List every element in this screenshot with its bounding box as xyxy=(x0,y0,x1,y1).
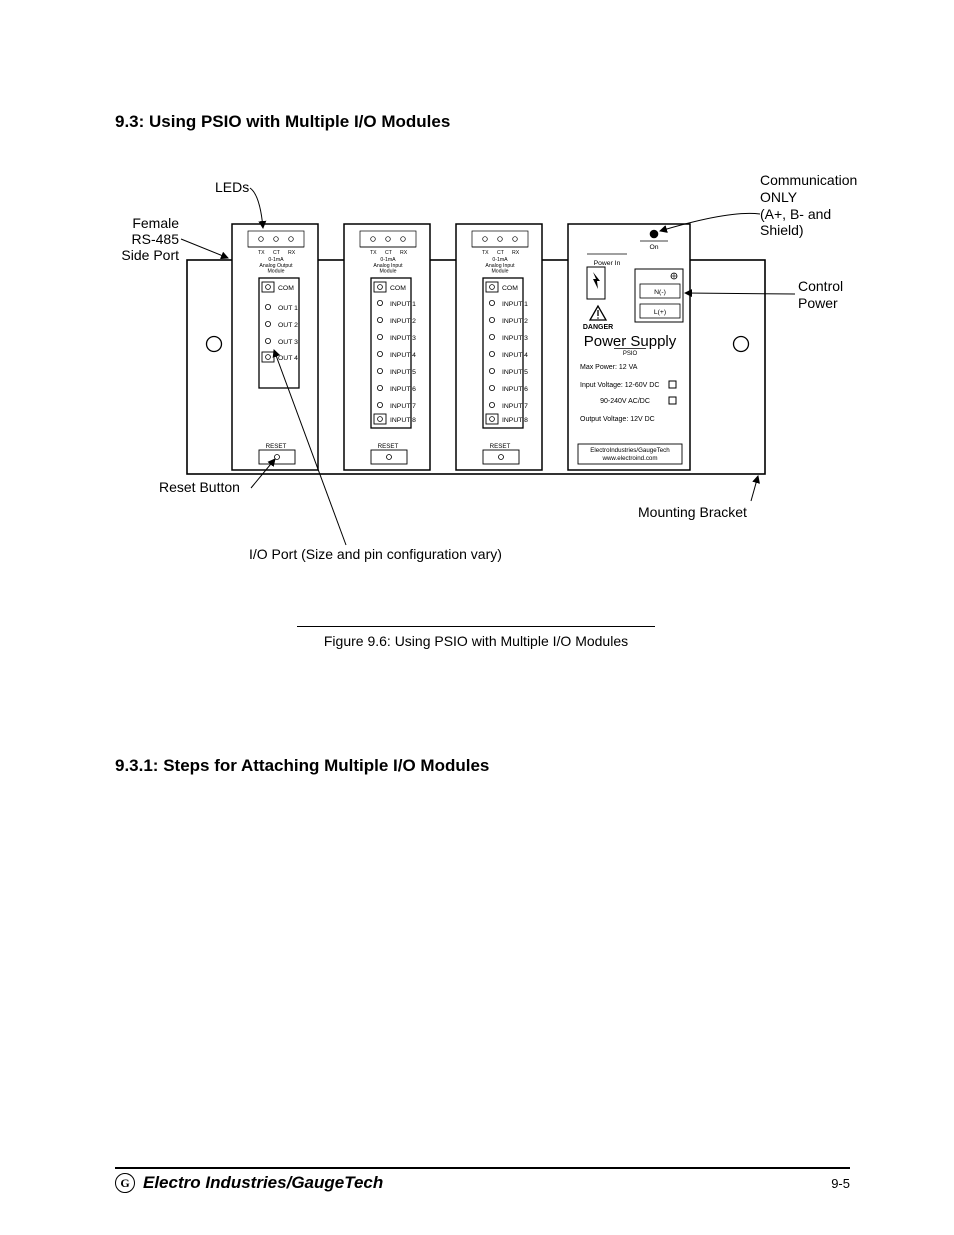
svg-text:COM: COM xyxy=(390,285,406,292)
svg-text:TX: TX xyxy=(482,250,489,256)
m1-tx: TX xyxy=(258,250,265,256)
diagram-svg: TX CT RX 0-1mA Analog Output Module COM … xyxy=(0,0,954,600)
m1-out3: OUT 3 xyxy=(278,339,298,346)
svg-text:RESET: RESET xyxy=(378,443,399,450)
module-analog-input-2: TX CT RX 0-1mA Analog Input Module COM I… xyxy=(456,224,542,470)
svg-text:INPUT 7: INPUT 7 xyxy=(390,403,416,410)
svg-text:INPUT 8: INPUT 8 xyxy=(390,417,416,424)
svg-text:www.electroind.com: www.electroind.com xyxy=(601,455,657,462)
svg-text:INPUT 4: INPUT 4 xyxy=(502,352,528,359)
svg-text:Input Voltage: 12-60V DC: Input Voltage: 12-60V DC xyxy=(580,382,659,389)
logo-icon: G xyxy=(115,1173,135,1193)
svg-text:INPUT 2: INPUT 2 xyxy=(502,318,528,325)
svg-text:INPUT 3: INPUT 3 xyxy=(502,335,528,342)
svg-text:COM: COM xyxy=(502,285,518,292)
svg-text:INPUT 1: INPUT 1 xyxy=(502,301,528,308)
svg-text:INPUT 2: INPUT 2 xyxy=(390,318,416,325)
svg-text:CT: CT xyxy=(497,250,505,256)
m1-out2: OUT 2 xyxy=(278,322,298,329)
svg-text:L(+): L(+) xyxy=(654,309,666,316)
svg-text:INPUT 8: INPUT 8 xyxy=(502,417,528,424)
svg-text:TX: TX xyxy=(370,250,377,256)
section-heading-9-3-1: 9.3.1: Steps for Attaching Multiple I/O … xyxy=(115,756,489,776)
svg-text:INPUT 5: INPUT 5 xyxy=(502,369,528,376)
svg-text:INPUT 6: INPUT 6 xyxy=(390,386,416,393)
svg-text:Module: Module xyxy=(379,269,396,275)
module-analog-input-1: TX CT RX 0-1mA Analog Input Module COM I… xyxy=(344,224,430,470)
m1-out4: OUT 4 xyxy=(278,355,298,362)
svg-text:Power Supply: Power Supply xyxy=(584,333,677,350)
page-footer: G Electro Industries/GaugeTech 9-5 xyxy=(115,1167,850,1193)
svg-text:On: On xyxy=(649,244,658,251)
svg-text:INPUT 6: INPUT 6 xyxy=(502,386,528,393)
m1-ct: CT xyxy=(273,250,281,256)
svg-text:PSIO: PSIO xyxy=(623,351,638,357)
footer-company: Electro Industries/GaugeTech xyxy=(143,1173,383,1193)
svg-text:N(-): N(-) xyxy=(654,289,666,296)
svg-text:ElectroIndustries/GaugeTech: ElectroIndustries/GaugeTech xyxy=(590,447,670,454)
svg-text:INPUT 3: INPUT 3 xyxy=(390,335,416,342)
svg-text:INPUT 5: INPUT 5 xyxy=(390,369,416,376)
svg-text:Module: Module xyxy=(491,269,508,275)
svg-text:CT: CT xyxy=(385,250,393,256)
svg-text:DANGER: DANGER xyxy=(583,324,613,331)
m1-type2: Module xyxy=(267,269,284,275)
figure-caption: Figure 9.6: Using PSIO with Multiple I/O… xyxy=(297,626,655,649)
svg-text:Power In: Power In xyxy=(594,260,621,267)
svg-text:INPUT 4: INPUT 4 xyxy=(390,352,416,359)
svg-text:RX: RX xyxy=(400,250,408,256)
module-psio: On Power In N(-) L(+) DANGER Power Suppl… xyxy=(568,224,690,470)
svg-text:INPUT 7: INPUT 7 xyxy=(502,403,528,410)
m1-reset: RESET xyxy=(266,443,287,450)
m1-com: COM xyxy=(278,285,294,292)
svg-text:RX: RX xyxy=(512,250,520,256)
footer-page-number: 9-5 xyxy=(831,1176,850,1191)
svg-text:INPUT 1: INPUT 1 xyxy=(390,301,416,308)
svg-text:Output Voltage: 12V DC: Output Voltage: 12V DC xyxy=(580,416,655,423)
svg-text:RESET: RESET xyxy=(490,443,511,450)
m1-rx: RX xyxy=(288,250,296,256)
svg-text:Max Power: 12 VA: Max Power: 12 VA xyxy=(580,364,638,371)
svg-text:90-240V AC/DC: 90-240V AC/DC xyxy=(600,398,650,405)
m1-out1: OUT 1 xyxy=(278,305,298,312)
